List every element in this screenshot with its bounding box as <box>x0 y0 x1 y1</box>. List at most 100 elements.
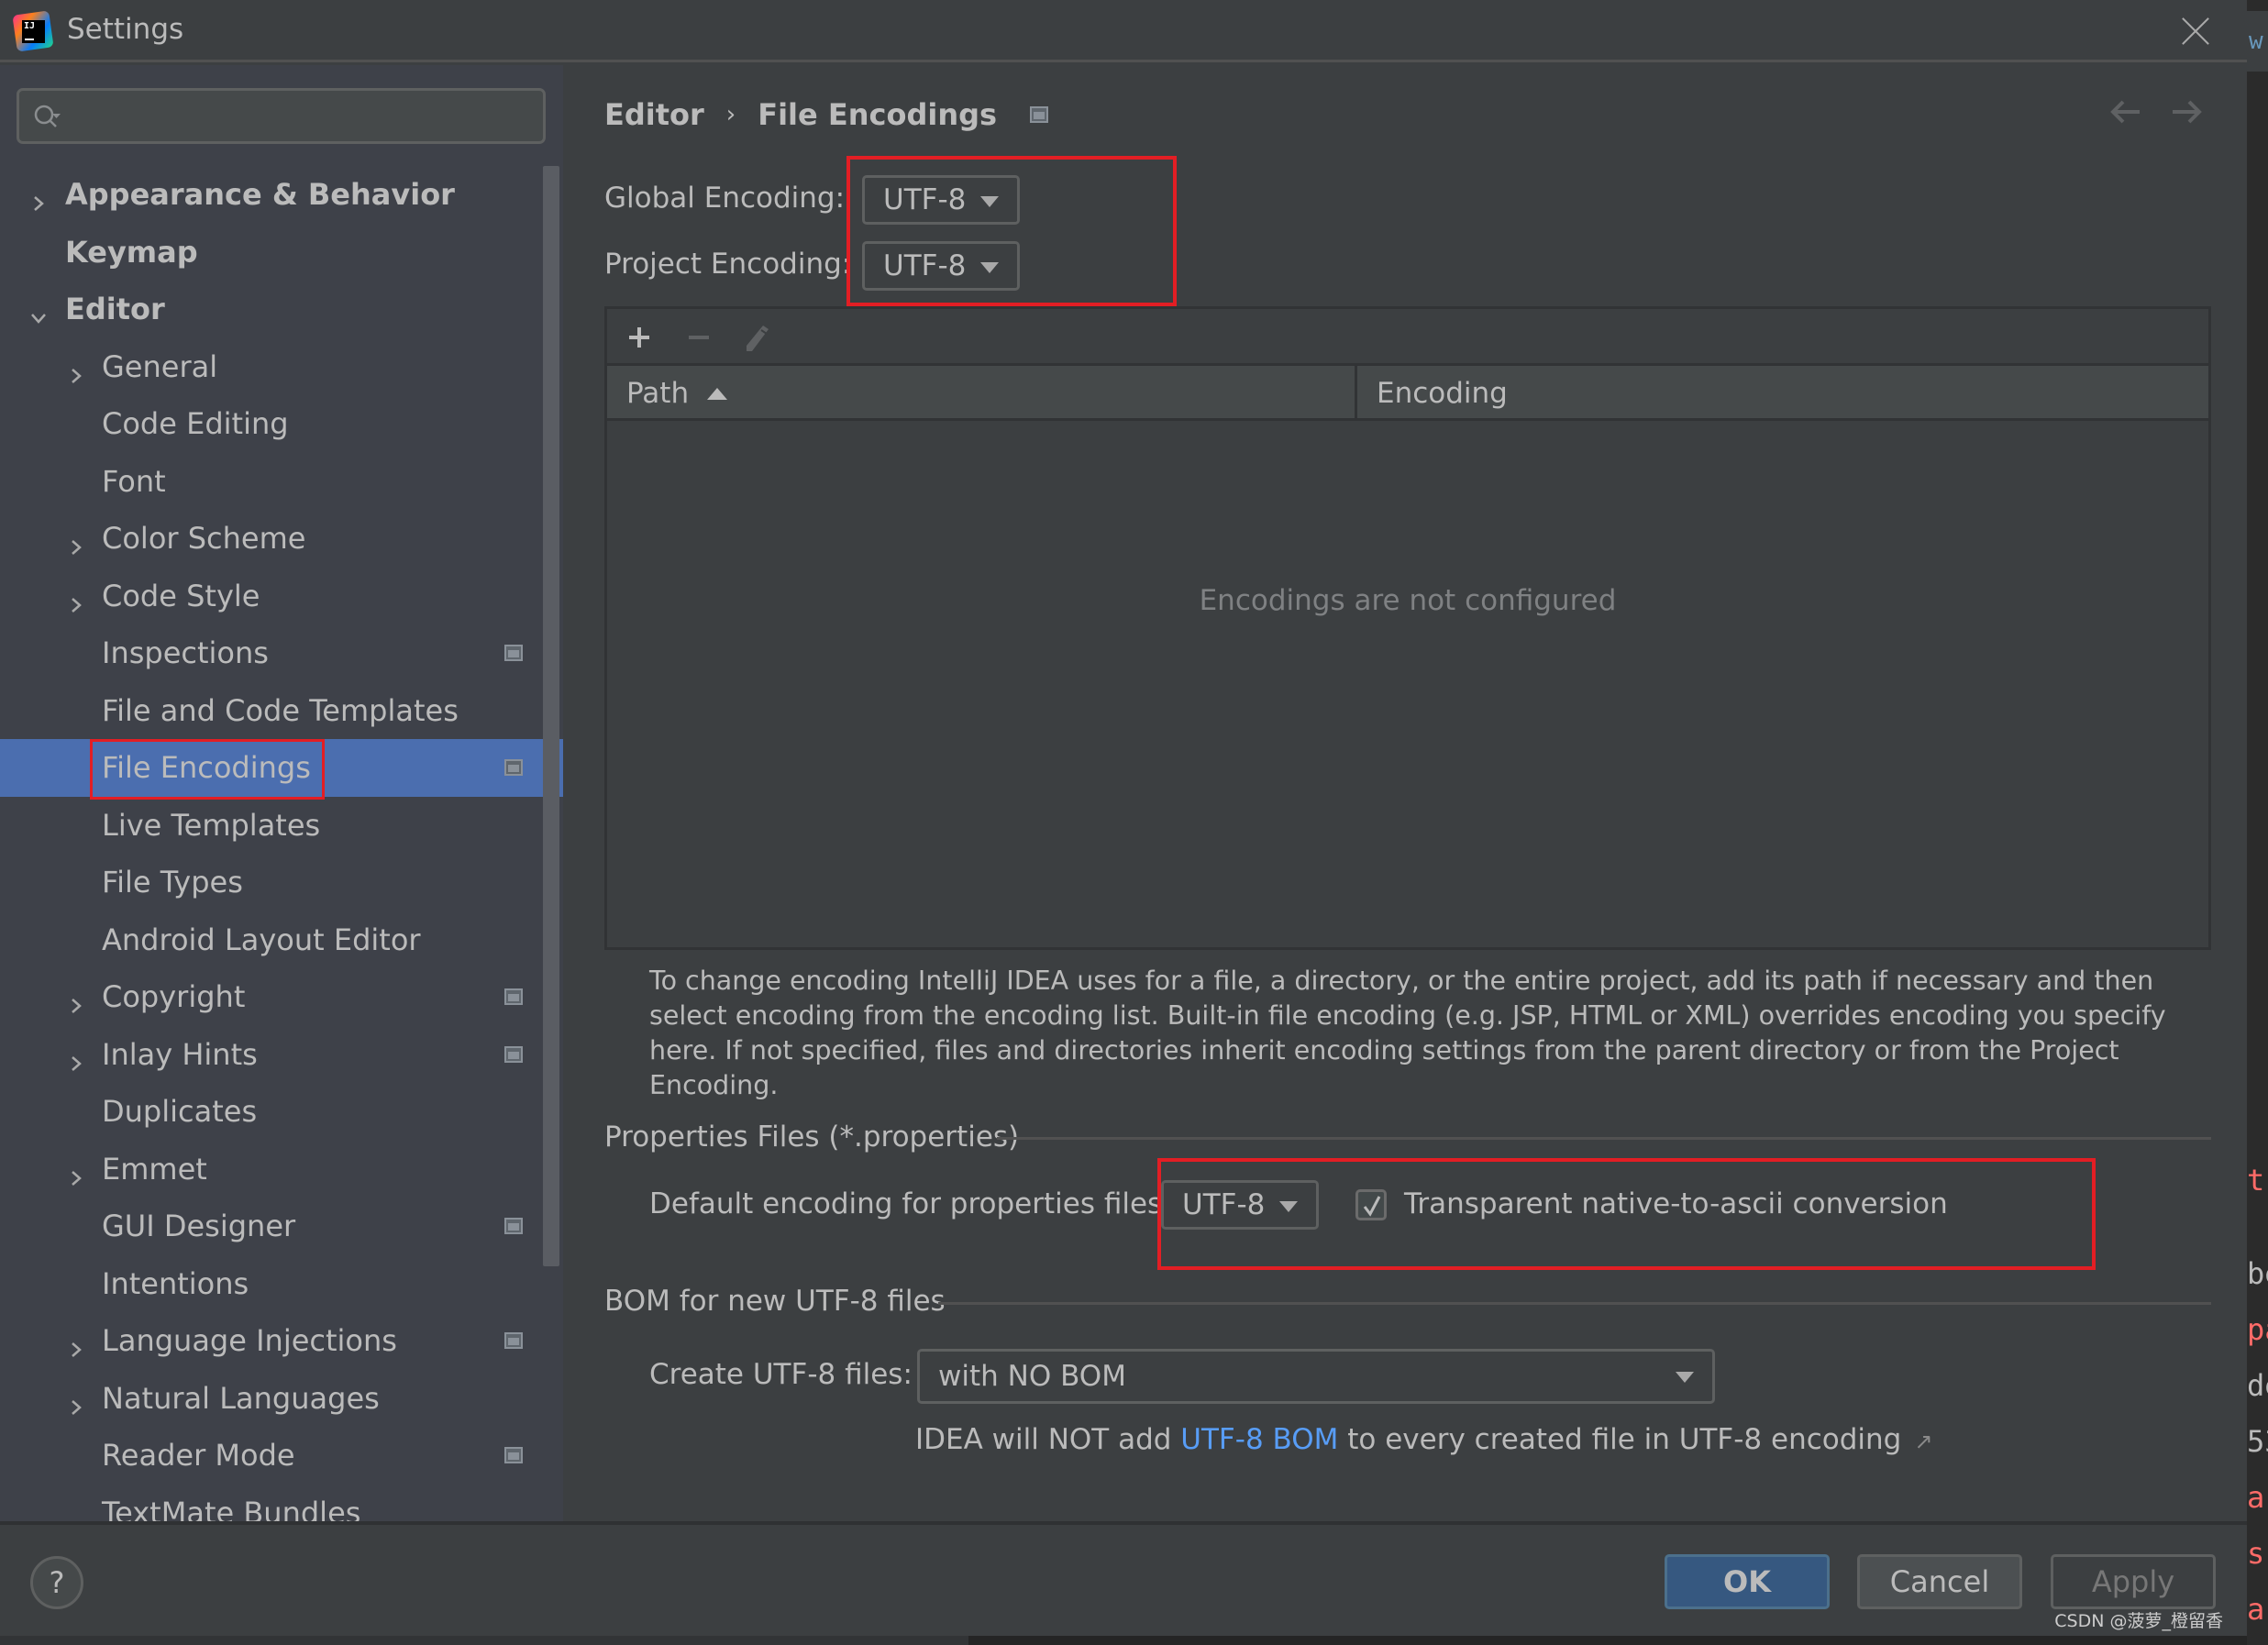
settings-sidebar: Appearance & Behavior Keymap Editor General… <box>0 65 563 1521</box>
sidebar-item-file-encodings[interactable]: File Encodings <box>0 739 563 800</box>
help-button[interactable]: ? <box>30 1556 83 1609</box>
properties-encoding-value: UTF-8 <box>1182 1188 1266 1221</box>
sidebar-item-file-and-code-templates[interactable]: File and Code Templates <box>0 682 563 740</box>
sidebar-item-color-scheme[interactable]: Color Scheme <box>0 510 563 568</box>
apply-button[interactable]: Apply <box>2051 1554 2216 1609</box>
sidebar-item-keymap[interactable]: Keymap <box>0 224 563 282</box>
chevron-right-icon[interactable] <box>67 1160 85 1186</box>
chevron-right-icon[interactable] <box>67 1045 85 1071</box>
sidebar-item-label: TextMate Bundles <box>102 1495 361 1521</box>
background-code-fragment: be <box>2247 1256 2268 1291</box>
external-link-arrow-icon: ↗ <box>1914 1429 1933 1454</box>
encodings-table: Path Encoding Encodings are not configur… <box>604 306 2211 950</box>
native-to-ascii-checkbox[interactable] <box>1355 1189 1387 1220</box>
breadcrumb: Editor › File Encodings <box>604 97 1049 132</box>
sidebar-item-label: Duplicates <box>102 1094 258 1130</box>
sidebar-item-live-templates[interactable]: Live Templates <box>0 797 563 855</box>
project-encoding-value: UTF-8 <box>883 249 967 282</box>
sidebar-item-appearance-behavior[interactable]: Appearance & Behavior <box>0 166 563 224</box>
sidebar-item-editor[interactable]: Editor <box>0 281 563 338</box>
chevron-down-icon <box>1279 1201 1298 1212</box>
project-level-icon <box>504 988 523 1006</box>
bom-hint: IDEA will NOT add UTF-8 BOM to every cre… <box>915 1423 1933 1456</box>
sidebar-item-general[interactable]: General <box>0 338 563 396</box>
minus-icon[interactable] <box>683 322 714 353</box>
sidebar-item-textmate-bundles[interactable]: TextMate Bundles <box>0 1485 563 1521</box>
background-code-fragment: pa <box>2247 1312 2268 1347</box>
sidebar-item-gui-designer[interactable]: GUI Designer <box>0 1198 563 1255</box>
search-input[interactable] <box>17 88 546 144</box>
project-encoding-label: Project Encoding: <box>604 248 852 281</box>
window-title: Settings <box>67 13 184 46</box>
sidebar-item-label: GUI Designer <box>102 1209 296 1244</box>
sidebar-item-label: Emmet <box>102 1151 207 1187</box>
chevron-right-icon[interactable] <box>67 358 85 383</box>
sidebar-item-label: Language Injections <box>102 1323 397 1359</box>
sidebar-item-natural-languages[interactable]: Natural Languages <box>0 1370 563 1428</box>
chevron-right-icon[interactable] <box>67 1389 85 1415</box>
bom-select[interactable]: with NO BOM <box>917 1349 1715 1404</box>
ok-button[interactable]: OK <box>1665 1554 1830 1609</box>
global-encoding-select[interactable]: UTF-8 <box>862 175 1020 225</box>
native-to-ascii-label[interactable]: Transparent native-to-ascii conversion <box>1404 1187 1948 1220</box>
sidebar-item-label: Live Templates <box>102 807 321 843</box>
breadcrumb-current: File Encodings <box>758 97 998 132</box>
global-encoding-value: UTF-8 <box>883 183 967 216</box>
chevron-right-icon[interactable] <box>67 1331 85 1358</box>
close-icon[interactable] <box>2179 15 2212 48</box>
project-level-icon <box>504 1447 523 1464</box>
sidebar-item-inlay-hints[interactable]: Inlay Hints <box>0 1026 563 1084</box>
sidebar-item-duplicates[interactable]: Duplicates <box>0 1083 563 1141</box>
sidebar-item-language-injections[interactable]: Language Injections <box>0 1312 563 1370</box>
sidebar-item-label: Code Style <box>102 578 260 613</box>
sidebar-item-emmet[interactable]: Emmet <box>0 1141 563 1198</box>
sidebar-item-inspections[interactable]: Inspections <box>0 624 563 682</box>
utf8-bom-link[interactable]: UTF-8 BOM <box>1180 1423 1338 1456</box>
section-divider <box>997 1137 2211 1140</box>
back-arrow-icon[interactable] <box>2109 98 2142 126</box>
sidebar-scrollbar[interactable] <box>543 166 559 1266</box>
properties-encoding-label: Default encoding for properties files: <box>649 1187 1172 1220</box>
sidebar-item-label: File Types <box>102 865 243 900</box>
pencil-icon[interactable] <box>743 322 774 353</box>
chevron-right-icon[interactable] <box>67 988 85 1014</box>
sidebar-item-reader-mode[interactable]: Reader Mode <box>0 1427 563 1485</box>
sidebar-item-file-types[interactable]: File Types <box>0 854 563 911</box>
properties-encoding-select[interactable]: UTF-8 <box>1161 1180 1319 1230</box>
sidebar-item-font[interactable]: Font <box>0 453 563 511</box>
checkmark-icon <box>1363 1196 1381 1217</box>
project-level-icon <box>504 1045 523 1063</box>
chevron-down-icon[interactable] <box>29 300 48 325</box>
background-code-fragment: de <box>2247 1368 2268 1403</box>
table-toolbar <box>607 309 2208 366</box>
column-header-path[interactable]: Path <box>607 366 1357 421</box>
sidebar-item-label: General <box>102 348 218 384</box>
sidebar-item-copyright[interactable]: Copyright <box>0 968 563 1026</box>
plus-icon[interactable] <box>624 322 655 353</box>
chevron-right-icon[interactable] <box>67 587 85 613</box>
breadcrumb-parent[interactable]: Editor <box>604 97 704 132</box>
forward-arrow-icon[interactable] <box>2170 98 2203 126</box>
dialog-footer: ? OK Cancel Apply CSDN @菠萝_橙留香 <box>0 1521 2247 1636</box>
settings-dialog: IJ Settings Appearance & Behavior Keymap E… <box>0 0 2247 1636</box>
sidebar-item-android-layout-editor[interactable]: Android Layout Editor <box>0 911 563 969</box>
sidebar-item-code-style[interactable]: Code Style <box>0 568 563 625</box>
chevron-right-icon[interactable] <box>67 529 85 556</box>
background-code-fragment: a <box>2247 1592 2265 1627</box>
sidebar-item-intentions[interactable]: Intentions <box>0 1255 563 1313</box>
sidebar-item-label: Code Editing <box>102 406 289 442</box>
sidebar-item-label: Reader Mode <box>102 1438 295 1474</box>
sidebar-item-label: Android Layout Editor <box>102 922 421 957</box>
sidebar-item-code-editing[interactable]: Code Editing <box>0 395 563 453</box>
sidebar-item-label: Inspections <box>102 635 269 671</box>
sidebar-item-label: Natural Languages <box>102 1380 380 1416</box>
bom-select-value: with NO BOM <box>938 1360 1126 1393</box>
properties-section-title: Properties Files (*.properties) <box>604 1121 1020 1154</box>
project-encoding-select[interactable]: UTF-8 <box>862 241 1020 291</box>
column-header-encoding[interactable]: Encoding <box>1360 366 2208 421</box>
breadcrumb-separator: › <box>725 101 736 128</box>
sidebar-item-label: Keymap <box>65 234 198 270</box>
sidebar-item-label: File and Code Templates <box>102 692 459 728</box>
chevron-right-icon[interactable] <box>29 185 48 212</box>
cancel-button[interactable]: Cancel <box>1857 1554 2022 1609</box>
